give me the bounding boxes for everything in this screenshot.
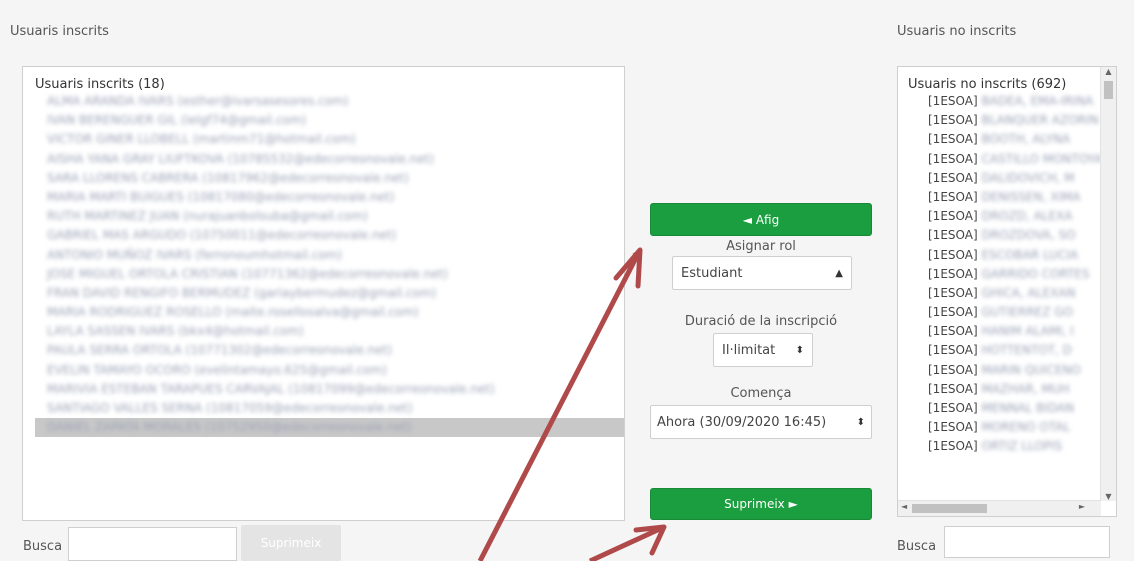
annotation-arrows xyxy=(477,247,667,561)
annotation-arrow-to-remove xyxy=(588,524,666,561)
annotation-arrow-to-add xyxy=(477,247,643,561)
